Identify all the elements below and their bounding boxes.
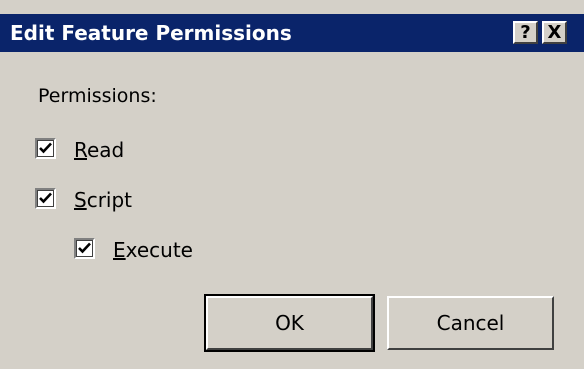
execute-checkbox-box[interactable] (74, 238, 95, 259)
checkmark-icon (39, 192, 52, 204)
script-checkbox-box[interactable] (35, 188, 56, 209)
edit-feature-permissions-dialog: Edit Feature Permissions ? X Permissions… (0, 0, 584, 369)
cancel-button[interactable]: Cancel (387, 296, 554, 350)
checkmark-icon (39, 142, 52, 154)
script-label: Script (74, 188, 133, 212)
window-title: Edit Feature Permissions (10, 21, 292, 45)
help-button[interactable]: ? (513, 21, 538, 44)
help-icon: ? (520, 22, 531, 43)
close-button[interactable]: X (542, 21, 567, 44)
read-checkbox-box[interactable] (35, 138, 56, 159)
close-icon: X (547, 22, 562, 43)
execute-label: Execute (113, 238, 193, 262)
permissions-heading: Permissions: (38, 85, 157, 107)
read-label: Read (74, 138, 125, 162)
ok-button[interactable]: OK (204, 294, 375, 352)
checkmark-icon (78, 242, 91, 254)
title-bar[interactable]: Edit Feature Permissions ? X (0, 14, 584, 52)
